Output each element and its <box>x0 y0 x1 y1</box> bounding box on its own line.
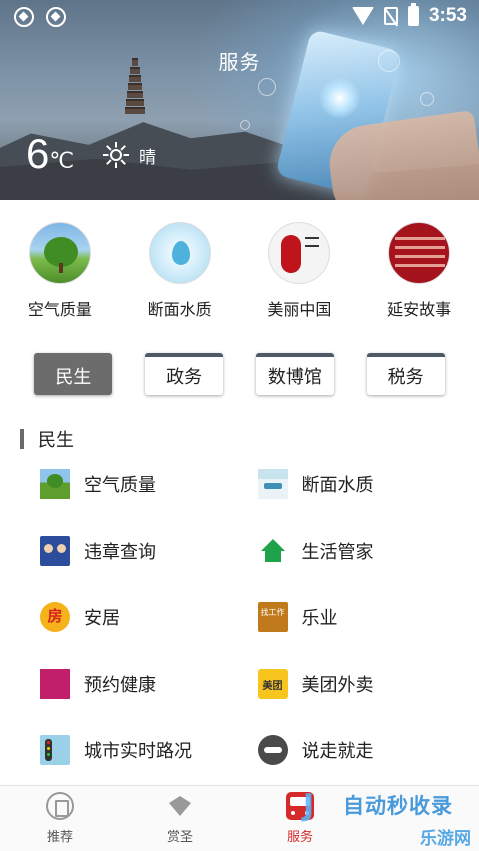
watermark-text: 自动秒收录 <box>343 794 453 818</box>
water-icon <box>257 469 288 500</box>
shortcut-yanan-story[interactable]: 延安故事 <box>359 222 479 320</box>
shortcut-air-quality[interactable]: 空气质量 <box>0 222 120 320</box>
watermark-logo: J 自动秒收录 乐游网 <box>303 788 471 849</box>
house-icon <box>40 602 70 633</box>
service-housing[interactable]: 安居 <box>0 584 240 651</box>
service-label: 违章查询 <box>84 541 156 563</box>
service-meituan-delivery[interactable]: 美团外卖 <box>240 651 479 718</box>
temperature-value: 6 <box>26 130 50 177</box>
service-label: 乐业 <box>301 608 338 630</box>
job-icon <box>257 602 288 633</box>
tree-icon <box>28 222 91 284</box>
story-badge-icon <box>388 222 451 284</box>
shortcut-label: 断面水质 <box>147 300 212 319</box>
section-title: 民生 <box>38 430 74 451</box>
section-marker <box>20 429 24 449</box>
status-time: 3:53 <box>428 5 467 26</box>
service-water-quality[interactable]: 断面水质 <box>240 451 479 518</box>
service-label: 预约健康 <box>84 674 156 696</box>
service-label: 安居 <box>84 608 120 630</box>
notification-app-icon <box>14 7 34 27</box>
shortcut-label: 空气质量 <box>27 300 92 319</box>
service-air-quality[interactable]: 空气质量 <box>0 451 240 518</box>
meituan-icon <box>257 668 288 699</box>
category-tabs: 民生 政务 数博馆 税务 <box>0 353 479 395</box>
tab-shuiwu[interactable]: 税务 <box>366 353 445 395</box>
service-life-butler[interactable]: 生活管家 <box>240 518 479 585</box>
police-icon <box>40 535 70 566</box>
china-seal-icon <box>268 222 331 284</box>
banner-bubble <box>258 78 276 96</box>
shortcut-label: 延安故事 <box>387 300 452 319</box>
water-drop-icon <box>148 222 211 284</box>
service-employment[interactable]: 乐业 <box>240 584 479 651</box>
recommend-icon <box>46 792 74 820</box>
nav-label: 推荐 <box>46 830 73 845</box>
shortcut-label: 美丽中国 <box>267 300 332 319</box>
banner-bubble <box>240 120 250 130</box>
service-label: 生活管家 <box>301 541 374 563</box>
service-label: 美团外卖 <box>301 674 374 696</box>
tree-icon <box>40 469 70 500</box>
sun-icon <box>103 142 129 168</box>
tab-minsheng[interactable]: 民生 <box>34 353 113 395</box>
weather-text: 晴 <box>139 147 156 168</box>
nav-label: 赏圣 <box>166 830 193 845</box>
service-label: 空气质量 <box>84 475 156 497</box>
page-title: 服务 <box>218 50 261 74</box>
watermark-site: 乐游网 <box>420 829 471 849</box>
service-violation-query[interactable]: 违章查询 <box>0 518 240 585</box>
service-label: 说走就走 <box>301 741 374 763</box>
service-travel[interactable]: 说走就走 <box>240 717 479 784</box>
notification-app-icon <box>46 7 66 27</box>
battery-icon <box>407 3 419 26</box>
wifi-icon <box>351 7 374 25</box>
temperature-display: 6℃ <box>26 130 74 178</box>
service-city-traffic[interactable]: 城市实时路况 <box>0 717 240 784</box>
weather-status: 晴 <box>103 142 156 168</box>
banner-bubble <box>420 92 434 106</box>
train-icon <box>257 735 288 766</box>
service-health-booking[interactable]: 预约健康 <box>0 651 240 718</box>
nav-recommend[interactable]: 推荐 <box>0 786 120 851</box>
traffic-light-icon <box>40 735 70 766</box>
tab-shuboguan[interactable]: 数博馆 <box>255 353 334 395</box>
tab-zhengwu[interactable]: 政务 <box>145 353 224 395</box>
shortcut-row: 空气质量 断面水质 美丽中国 延安故事 <box>0 222 479 320</box>
nav-shangsheng[interactable]: 赏圣 <box>120 786 240 851</box>
shortcut-water-quality[interactable]: 断面水质 <box>120 222 240 320</box>
home-icon <box>258 536 288 566</box>
health-icon <box>40 668 70 699</box>
service-label: 城市实时路况 <box>84 741 192 763</box>
temperature-unit: ℃ <box>49 148 75 173</box>
shortcut-beautiful-china[interactable]: 美丽中国 <box>240 222 360 320</box>
diamond-icon <box>166 792 194 820</box>
service-grid: 空气质量 断面水质 违章查询 生活管家 安居 乐业 预约健康 <box>0 451 479 784</box>
service-label: 断面水质 <box>301 475 374 497</box>
status-bar: 3:53 <box>0 0 479 34</box>
no-sim-icon <box>383 7 398 25</box>
section-header: 民生 <box>20 426 74 452</box>
